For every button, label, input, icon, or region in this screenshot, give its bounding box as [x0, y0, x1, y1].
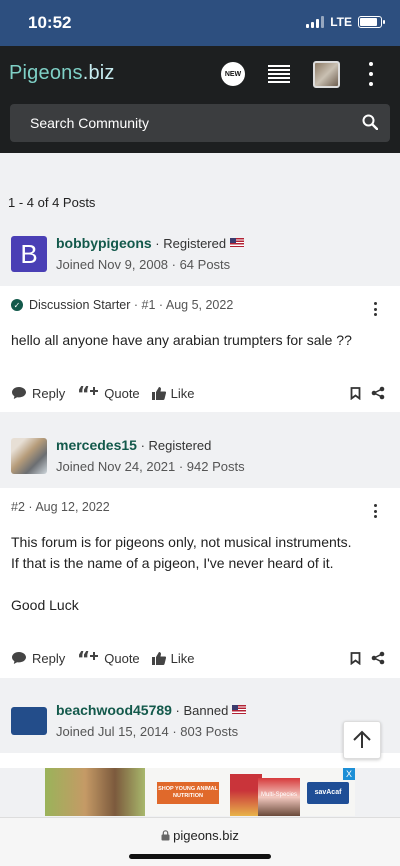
post-author-row: beachwood45789 · Banned Joined Jul 15, 2…	[0, 697, 400, 753]
reply-icon	[12, 387, 26, 399]
svg-text:“: “	[77, 650, 90, 666]
us-flag-icon	[230, 238, 245, 247]
post-number-date: #2 · Aug 12, 2022	[11, 500, 110, 514]
home-indicator	[129, 854, 271, 859]
like-button[interactable]: Like	[151, 386, 195, 401]
post-actions: Reply “ Quote Like	[11, 385, 385, 401]
post-meta: ✓ Discussion Starter · #1 · Aug 5, 2022	[11, 298, 233, 312]
ad-banner[interactable]: SHOP YOUNG ANIMAL NUTRITION Multi-Specie…	[45, 768, 355, 816]
url-display[interactable]: pigeons.biz	[0, 828, 400, 843]
author-meta: Joined Nov 9, 2008 · 64 Posts	[56, 257, 231, 272]
us-flag-icon	[232, 705, 247, 714]
browser-url-bar[interactable]: pigeons.biz	[0, 817, 400, 866]
author-name[interactable]: bobbypigeons · Registered	[56, 235, 245, 251]
post-card: ✓ Discussion Starter · #1 · Aug 5, 2022 …	[0, 286, 400, 412]
ad-product-label: Multi-Species	[258, 778, 300, 816]
share-icon[interactable]	[371, 386, 385, 400]
list-icon[interactable]	[268, 65, 290, 83]
status-time: 10:52	[28, 13, 72, 32]
quote-button[interactable]: “ Quote	[77, 385, 139, 401]
reply-icon	[12, 652, 26, 664]
ad-close-icon[interactable]: X	[343, 768, 355, 780]
post-text-line: If that is the name of a pigeon, I've ne…	[11, 555, 334, 571]
ad-brand-logo: savAcaf	[307, 782, 349, 804]
status-bar: 10:52 LTE	[0, 0, 400, 46]
post-card-partial	[0, 753, 400, 768]
search-input[interactable]: Search Community	[30, 115, 149, 131]
post-body: hello all anyone have any arabian trumpt…	[11, 330, 352, 351]
search-bar[interactable]: Search Community	[10, 104, 390, 142]
post-number-date: · #1 · Aug 5, 2022	[130, 298, 234, 312]
post-options-icon[interactable]	[374, 302, 378, 316]
reply-button[interactable]: Reply	[11, 386, 65, 401]
post-text-line: hello all anyone have any arabian trumpt…	[11, 332, 352, 348]
lock-icon	[161, 830, 170, 841]
author-name[interactable]: mercedes15 · Registered	[56, 437, 211, 453]
signal-icon	[306, 16, 325, 28]
arrow-up-icon	[353, 730, 371, 748]
battery-icon	[358, 16, 385, 28]
post-body: This forum is for pigeons only, not musi…	[11, 532, 352, 616]
post-author-row: B bobbypigeons · Registered Joined Nov 9…	[0, 230, 400, 286]
like-button[interactable]: Like	[151, 651, 195, 666]
author-role: · Registered	[136, 438, 212, 453]
author-role: · Banned	[171, 703, 229, 718]
post-card: #2 · Aug 12, 2022 This forum is for pige…	[0, 488, 400, 678]
scroll-to-top-button[interactable]	[343, 721, 381, 759]
post-author-row: mercedes15 · Registered Joined Nov 24, 2…	[0, 432, 400, 488]
author-name[interactable]: beachwood45789 · Banned	[56, 702, 247, 718]
thumbs-up-icon	[151, 387, 166, 400]
post-text-spacer	[11, 574, 352, 595]
share-icon[interactable]	[371, 651, 385, 665]
thumbs-up-icon	[151, 652, 166, 665]
quote-icon: “	[77, 385, 99, 401]
discussion-starter-label: Discussion Starter	[29, 298, 131, 312]
logo-tld: .biz	[82, 62, 115, 84]
author-meta: Joined Nov 24, 2021 · 942 Posts	[56, 459, 245, 474]
post-options-icon[interactable]	[374, 504, 378, 518]
svg-text:“: “	[77, 385, 90, 401]
ad-image-goats	[45, 768, 145, 816]
post-actions: Reply “ Quote Like	[11, 650, 385, 666]
user-avatar[interactable]	[313, 61, 340, 88]
new-posts-button[interactable]: NEW	[221, 62, 245, 86]
status-indicators: LTE	[306, 15, 385, 29]
author-meta: Joined Jul 15, 2014 · 803 Posts	[56, 724, 239, 739]
search-icon[interactable]	[362, 114, 378, 130]
bookmark-icon[interactable]	[350, 386, 361, 400]
post-text-line: Good Luck	[11, 597, 79, 613]
quote-button[interactable]: “ Quote	[77, 650, 139, 666]
author-avatar[interactable]: B	[11, 236, 47, 272]
author-avatar[interactable]	[11, 707, 47, 735]
post-meta: #2 · Aug 12, 2022	[11, 500, 110, 514]
quote-icon: “	[77, 650, 99, 666]
bookmark-icon[interactable]	[350, 651, 361, 665]
posts-count: 1 - 4 of 4 Posts	[8, 195, 96, 210]
network-label: LTE	[330, 15, 352, 29]
site-header: Pigeons.biz NEW Search Community	[0, 46, 400, 153]
check-icon: ✓	[11, 299, 23, 311]
site-logo[interactable]: Pigeons.biz	[9, 62, 115, 85]
author-role: · Registered	[151, 236, 227, 251]
ad-cta-button[interactable]: SHOP YOUNG ANIMAL NUTRITION	[157, 782, 219, 804]
post-text-line: This forum is for pigeons only, not musi…	[11, 534, 352, 550]
reply-button[interactable]: Reply	[11, 651, 65, 666]
author-avatar[interactable]	[11, 438, 47, 474]
logo-main: Pigeons	[9, 62, 83, 84]
more-menu-icon[interactable]	[365, 62, 377, 86]
